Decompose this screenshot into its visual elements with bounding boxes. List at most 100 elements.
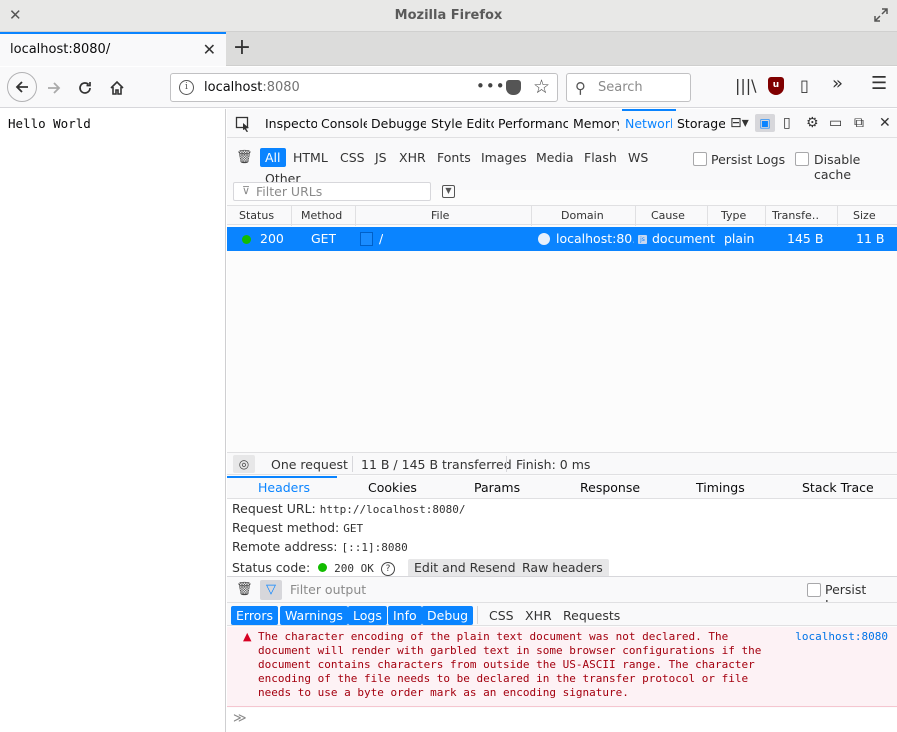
url-host: localhost <box>204 80 263 95</box>
library-icon[interactable]: |||\ <box>735 76 757 95</box>
console-filter-errors[interactable]: Errors <box>231 606 278 625</box>
toggle-filter-icon[interactable]: ▽ <box>260 580 282 600</box>
close-devtools-icon[interactable]: ✕ <box>879 115 891 131</box>
sidebar-icon[interactable]: ▯ <box>800 76 809 95</box>
filter-type-xhr[interactable]: XHR <box>394 148 431 167</box>
request-method: GET <box>311 231 337 246</box>
devtools-tab-inspector[interactable]: Inspector <box>265 116 317 131</box>
url-text[interactable]: localhost:8080 <box>204 80 300 95</box>
back-arrow-icon <box>15 81 28 93</box>
responsive-design-icon[interactable]: ▯ <box>783 115 791 131</box>
devtools-tab-style-editor[interactable]: Style Editor <box>431 116 494 131</box>
column-size[interactable]: Size <box>853 209 876 222</box>
status-help-icon[interactable]: ? <box>381 562 395 576</box>
details-tab-timings[interactable]: Timings <box>696 480 745 495</box>
devtools-tab-storage[interactable]: Storage <box>677 116 725 131</box>
url-bar[interactable]: i localhost:8080 ••• ☆ <box>170 73 558 102</box>
filter-urls-placeholder: Filter URLs <box>256 184 323 199</box>
split-console-icon[interactable]: ▣ <box>755 114 775 132</box>
console-persist-logs-checkbox[interactable] <box>807 583 821 597</box>
devtools-tab-network[interactable]: Network <box>625 116 672 131</box>
request-row[interactable]: 200 GET / localhost:80… js document plai… <box>227 227 897 251</box>
request-method-label: Request method: <box>232 520 340 535</box>
request-details-tabs: Headers Cookies Params Response Timings … <box>227 476 897 499</box>
request-url-row: Request URL: http://localhost:8080/ <box>232 501 465 516</box>
performance-analysis-icon[interactable]: ◎ <box>233 455 255 473</box>
console-filter-css[interactable]: CSS <box>484 606 519 625</box>
overflow-chevron-icon[interactable]: » <box>832 73 843 94</box>
devtools-settings-icon[interactable]: ⚙ <box>806 115 819 131</box>
console-error-message: ▲ The character encoding of the plain te… <box>227 627 897 707</box>
browser-tab[interactable]: localhost:8080/ ✕ <box>0 32 226 66</box>
column-domain[interactable]: Domain <box>561 209 604 222</box>
filter-output-input[interactable]: Filter output <box>290 582 366 597</box>
filter-type-js[interactable]: JS <box>370 148 392 167</box>
headers-panel: Request URL: http://localhost:8080/ Requ… <box>227 499 897 576</box>
site-info-icon[interactable]: i <box>179 80 194 95</box>
filter-urls-input[interactable]: ⊽ Filter URLs <box>233 182 431 201</box>
details-tab-stack-trace[interactable]: Stack Trace <box>802 480 874 495</box>
console-filter-xhr[interactable]: XHR <box>520 606 557 625</box>
edit-and-resend-button[interactable]: Edit and Resend <box>408 559 522 576</box>
devtools-tab-console[interactable]: Console <box>321 116 367 131</box>
layout-options-icon[interactable]: ⊟▾ <box>730 115 749 131</box>
clear-console-icon[interactable]: 🗑 <box>236 582 253 597</box>
back-button[interactable] <box>7 72 37 102</box>
console-filter-debug[interactable]: Debug <box>422 606 474 625</box>
page-actions-icon[interactable]: ••• <box>476 77 506 95</box>
ublock-icon[interactable]: u <box>768 77 784 95</box>
devtools-tab-performance[interactable]: Performance <box>498 116 568 131</box>
column-status[interactable]: Status <box>239 209 274 222</box>
filter-type-media[interactable]: Media <box>531 148 579 167</box>
pocket-icon[interactable] <box>506 80 521 95</box>
console-message-source-link[interactable]: localhost:8080 <box>795 630 888 643</box>
tab-close-icon[interactable]: ✕ <box>203 40 216 59</box>
column-divider <box>635 206 636 226</box>
filter-type-ws[interactable]: WS <box>623 148 653 167</box>
column-transferred[interactable]: Transfe… <box>772 209 820 222</box>
reload-button[interactable] <box>71 74 99 102</box>
column-method[interactable]: Method <box>301 209 342 222</box>
filter-type-css[interactable]: CSS <box>335 148 370 167</box>
details-tab-cookies[interactable]: Cookies <box>368 480 417 495</box>
disable-cache-checkbox[interactable] <box>795 152 809 166</box>
devtools-tab-debugger[interactable]: Debugger <box>371 116 426 131</box>
filter-type-html[interactable]: HTML <box>288 148 333 167</box>
console-filter-warnings[interactable]: Warnings <box>280 606 348 625</box>
forward-arrow-icon <box>48 82 61 94</box>
console-input[interactable]: ≫ <box>227 708 897 732</box>
details-tab-params[interactable]: Params <box>474 480 520 495</box>
raw-headers-button[interactable]: Raw headers <box>516 559 609 576</box>
clear-requests-icon[interactable]: 🗑 <box>236 150 253 165</box>
console-filter-info[interactable]: Info <box>388 606 422 625</box>
filter-type-fonts[interactable]: Fonts <box>432 148 476 167</box>
hamburger-menu-icon[interactable]: ☰ <box>871 73 887 94</box>
filter-type-all[interactable]: All <box>260 148 286 167</box>
column-cause[interactable]: Cause <box>651 209 685 222</box>
column-file[interactable]: File <box>431 209 449 222</box>
column-type[interactable]: Type <box>721 209 746 222</box>
details-tab-headers[interactable]: Headers <box>258 480 310 495</box>
filter-funnel-icon: ⊽ <box>242 184 251 197</box>
console-filter-logs[interactable]: Logs <box>348 606 387 625</box>
request-method-value: GET <box>343 522 364 535</box>
element-picker-icon[interactable] <box>235 116 251 132</box>
console-filter-requests[interactable]: Requests <box>558 606 625 625</box>
maximize-icon[interactable] <box>873 7 889 23</box>
filter-type-images[interactable]: Images <box>476 148 532 167</box>
har-menu-icon[interactable]: ▼ <box>442 185 455 198</box>
status-code-label: Status code: <box>232 560 311 575</box>
new-tab-icon[interactable]: + <box>232 36 252 60</box>
persist-logs-checkbox[interactable] <box>693 152 707 166</box>
separate-window-icon[interactable]: ⧉ <box>854 115 864 131</box>
request-transferred: 145 B <box>787 231 824 246</box>
home-button[interactable] <box>103 74 131 102</box>
filter-type-flash[interactable]: Flash <box>579 148 622 167</box>
details-tab-response[interactable]: Response <box>580 480 640 495</box>
request-method-row: Request method: GET <box>232 520 363 535</box>
forward-button[interactable] <box>40 74 68 102</box>
search-bar[interactable]: ⚲ Search <box>566 73 691 102</box>
dock-bottom-icon[interactable]: ▭ <box>829 115 842 131</box>
bookmark-star-icon[interactable]: ☆ <box>533 76 550 98</box>
devtools-tab-memory[interactable]: Memory <box>573 116 619 131</box>
